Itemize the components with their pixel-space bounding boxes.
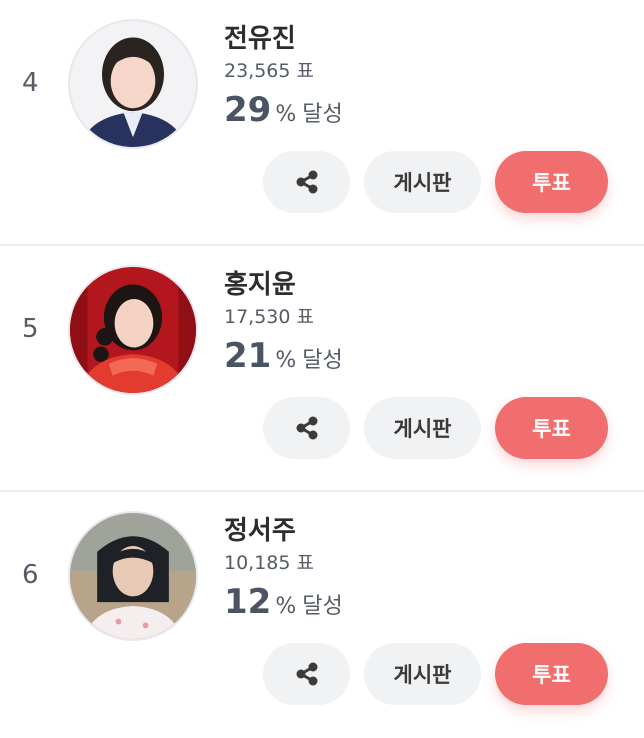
share-button[interactable] — [263, 397, 350, 459]
percent-sign: % — [275, 348, 297, 373]
row-actions: 게시판 투표 — [263, 397, 608, 459]
percent-value: 21 — [224, 336, 272, 376]
board-button[interactable]: 게시판 — [364, 151, 481, 213]
share-icon — [296, 662, 317, 686]
achievement-rate: 12 % 달성 — [224, 580, 343, 629]
achieved-label: 달성 — [302, 594, 343, 619]
ranking-list: 4 전유진 23,565 표 29 % 달성 게시판 투표 5 홍지윤 17,5… — [0, 0, 644, 738]
rank-number: 4 — [22, 68, 39, 98]
percent-value: 12 — [224, 582, 272, 622]
candidate-info: 전유진 23,565 표 29 % 달성 — [224, 22, 343, 137]
ranking-row: 6 정서주 10,185 표 12 % 달성 게시판 투표 — [0, 492, 644, 738]
candidate-info: 홍지윤 17,530 표 21 % 달성 — [224, 268, 343, 383]
vote-count: 23,565 표 — [224, 60, 315, 82]
vote-count: 17,530 표 — [224, 306, 315, 328]
candidate-name: 전유진 — [224, 24, 296, 54]
vote-count: 10,185 표 — [224, 552, 315, 574]
rank-number: 6 — [22, 560, 39, 590]
achievement-rate: 21 % 달성 — [224, 334, 343, 383]
candidate-name: 홍지윤 — [224, 270, 296, 300]
share-button[interactable] — [263, 151, 350, 213]
avatar[interactable] — [68, 19, 198, 149]
achieved-label: 달성 — [302, 348, 343, 373]
ranking-row: 5 홍지윤 17,530 표 21 % 달성 게시판 투표 — [0, 246, 644, 492]
share-button[interactable] — [263, 643, 350, 705]
board-button[interactable]: 게시판 — [364, 643, 481, 705]
avatar[interactable] — [68, 511, 198, 641]
achieved-label: 달성 — [302, 102, 343, 127]
share-icon — [296, 170, 317, 194]
avatar-image — [70, 267, 196, 393]
vote-button[interactable]: 투표 — [495, 151, 608, 213]
avatar-image — [70, 513, 196, 639]
rank-number: 5 — [22, 314, 39, 344]
percent-sign: % — [275, 594, 297, 619]
avatar-image — [70, 21, 196, 147]
row-actions: 게시판 투표 — [263, 643, 608, 705]
vote-button[interactable]: 투표 — [495, 643, 608, 705]
candidate-name: 정서주 — [224, 516, 296, 546]
percent-value: 29 — [224, 90, 272, 130]
row-actions: 게시판 투표 — [263, 151, 608, 213]
board-button[interactable]: 게시판 — [364, 397, 481, 459]
percent-sign: % — [275, 102, 297, 127]
candidate-info: 정서주 10,185 표 12 % 달성 — [224, 514, 343, 629]
vote-button[interactable]: 투표 — [495, 397, 608, 459]
avatar[interactable] — [68, 265, 198, 395]
share-icon — [296, 416, 317, 440]
achievement-rate: 29 % 달성 — [224, 88, 343, 137]
ranking-row: 4 전유진 23,565 표 29 % 달성 게시판 투표 — [0, 0, 644, 246]
